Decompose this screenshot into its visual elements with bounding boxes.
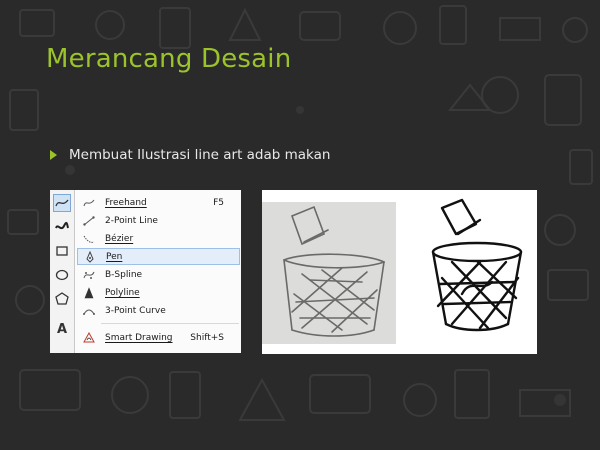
menu-item-label: Bézier	[105, 233, 134, 244]
menu-item-2-point-line[interactable]: 2-Point Line	[77, 212, 240, 229]
menu-separator	[101, 323, 239, 324]
bezier-icon	[80, 234, 98, 244]
menu-item-label: Pen	[106, 251, 123, 262]
polygon-tool-icon[interactable]	[53, 290, 71, 308]
menu-item-shortcut: Shift+S	[190, 332, 224, 343]
two-point-line-icon	[80, 215, 98, 226]
freehand-tool-icon[interactable]	[53, 194, 71, 212]
b-spline-icon	[80, 270, 98, 280]
pencil-sketch-image	[262, 202, 396, 344]
menu-item-label: 3-Point Curve	[105, 305, 166, 316]
three-point-curve-icon	[80, 306, 98, 316]
menu-item-bezier[interactable]: Bézier	[77, 230, 240, 247]
menu-item-label: B-Spline	[105, 269, 143, 280]
menu-item-label: 2-Point Line	[105, 215, 158, 226]
menu-item-polyline[interactable]: Polyline	[77, 284, 240, 301]
trash-bin-sketch-comparison	[262, 190, 537, 354]
menu-item-pen[interactable]: Pen	[77, 248, 240, 265]
coreldraw-toolbox-screenshot: A Freehand F5 2-Point Line Bézier Pen B-…	[50, 190, 241, 353]
text-tool-icon[interactable]: A	[53, 320, 71, 338]
polyline-icon	[80, 286, 98, 299]
menu-item-label: Polyline	[105, 287, 140, 298]
menu-item-label: Smart Drawing	[105, 332, 173, 343]
menu-item-smart-drawing[interactable]: Smart Drawing Shift+S	[77, 329, 240, 346]
menu-item-3-point-curve[interactable]: 3-Point Curve	[77, 302, 240, 319]
freehand-icon	[80, 198, 98, 208]
line-art-trash-bin-icon	[431, 198, 523, 332]
menu-item-shortcut: F5	[213, 197, 224, 208]
bullet-item: Membuat Ilustrasi line art adab makan	[50, 147, 330, 163]
artistic-media-icon[interactable]	[53, 218, 71, 236]
menu-item-label: Freehand	[105, 197, 147, 208]
menu-item-b-spline[interactable]: B-Spline	[77, 266, 240, 283]
toolbox-strip: A	[50, 190, 75, 353]
rectangle-tool-icon[interactable]	[53, 242, 71, 260]
curve-tools-flyout: Freehand F5 2-Point Line Bézier Pen B-Sp…	[74, 190, 241, 353]
smart-drawing-icon	[80, 332, 98, 343]
slide-title: Merancang Desain	[46, 44, 292, 74]
pen-icon	[81, 250, 99, 263]
bullet-arrow-icon	[50, 150, 57, 160]
ellipse-tool-icon[interactable]	[53, 266, 71, 284]
bullet-text: Membuat Ilustrasi line art adab makan	[69, 147, 331, 163]
menu-item-freehand[interactable]: Freehand F5	[77, 194, 240, 211]
